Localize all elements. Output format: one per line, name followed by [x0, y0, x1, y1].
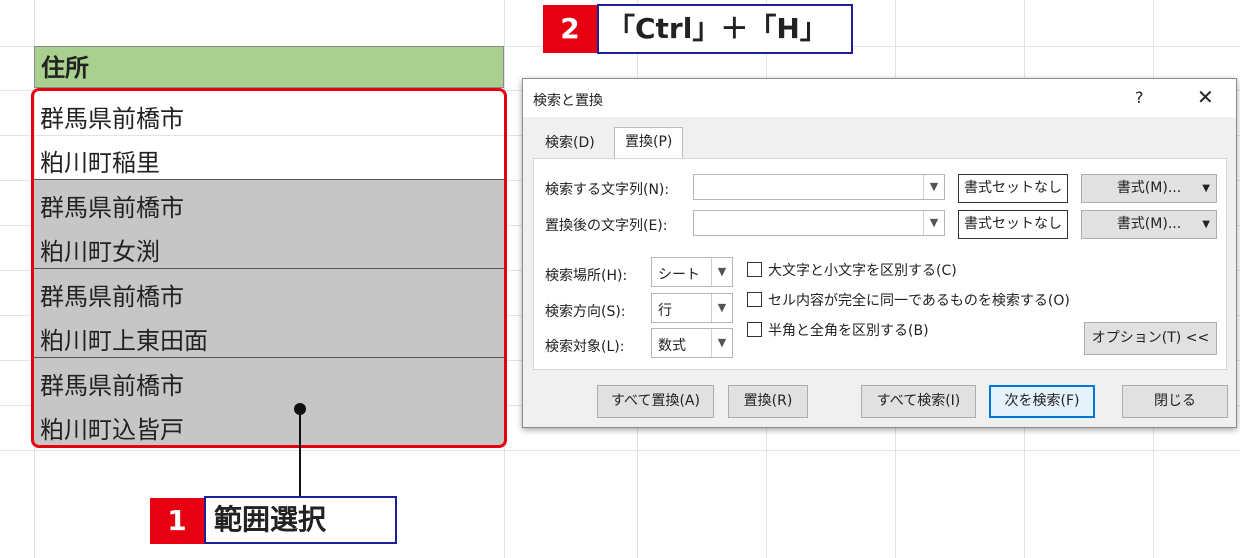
chevron-down-icon[interactable]: ▼ — [923, 211, 944, 235]
dropdown-arrow-icon: ▼ — [1202, 219, 1210, 230]
chevron-down-icon[interactable]: ▼ — [711, 258, 732, 286]
find-format-label: 書式(M)... — [1116, 180, 1182, 196]
checkbox-icon[interactable] — [747, 262, 762, 277]
chevron-down-icon[interactable]: ▼ — [923, 175, 944, 199]
dropdown-arrow-icon: ▼ — [1202, 183, 1210, 194]
replace-format-preview: 書式セットなし — [958, 210, 1068, 239]
pointer-line — [299, 409, 301, 497]
find-label: 検索する文字列(N): — [545, 182, 670, 198]
find-format-preview: 書式セットなし — [958, 174, 1068, 203]
match-case-option[interactable]: 大文字と小文字を区別する(C) — [747, 260, 957, 280]
step-1-label: 範囲選択 — [204, 496, 397, 544]
chevron-down-icon[interactable]: ▼ — [711, 294, 732, 322]
step-1-badge: 1 — [150, 498, 204, 544]
close-button[interactable]: 閉じる — [1122, 385, 1228, 418]
find-next-button[interactable]: 次を検索(F) — [989, 385, 1095, 418]
chevron-down-icon[interactable]: ▼ — [711, 329, 732, 357]
replace-input[interactable]: ▼ — [693, 210, 945, 236]
match-entire-label: セル内容が完全に同一であるものを検索する(O) — [768, 293, 1070, 309]
tab-search[interactable]: 検索(D) — [535, 129, 605, 157]
replace-panel: 検索する文字列(N): ▼ 書式セットなし 書式(M)... ▼ 置換後の文字列… — [533, 158, 1227, 370]
lookin-label: 検索対象(L): — [545, 339, 625, 355]
within-select[interactable]: シート ▼ — [651, 257, 733, 287]
replace-all-button[interactable]: すべて置換(A) — [597, 385, 714, 418]
replace-format-label: 書式(M)... — [1116, 216, 1182, 232]
options-button[interactable]: オプション(T) << — [1084, 322, 1217, 355]
dialog-title: 検索と置換 — [533, 93, 603, 109]
find-all-button[interactable]: すべて検索(I) — [861, 385, 976, 418]
find-replace-dialog: 検索と置換 ? ✕ 検索(D) 置換(P) 検索する文字列(N): ▼ 書式セッ… — [522, 78, 1237, 428]
match-case-label: 大文字と小文字を区別する(C) — [768, 263, 957, 279]
replace-button[interactable]: 置換(R) — [728, 385, 808, 418]
tab-replace[interactable]: 置換(P) — [614, 127, 684, 159]
replace-label: 置換後の文字列(E): — [545, 218, 668, 234]
match-width-label: 半角と全角を区別する(B) — [768, 323, 929, 339]
checkbox-icon[interactable] — [747, 292, 762, 307]
grid-line — [0, 450, 1240, 451]
direction-value: 行 — [658, 303, 672, 319]
step-2-badge: 2 — [543, 5, 597, 53]
close-icon[interactable]: ✕ — [1197, 85, 1214, 109]
lookin-value: 数式 — [658, 338, 686, 354]
dialog-title-bar[interactable]: 検索と置換 ? ✕ — [523, 79, 1236, 117]
column-header-address[interactable]: 住所 — [34, 46, 504, 88]
replace-format-button[interactable]: 書式(M)... ▼ — [1081, 210, 1217, 239]
find-input[interactable]: ▼ — [693, 174, 945, 200]
match-width-option[interactable]: 半角と全角を区別する(B) — [747, 320, 929, 340]
within-value: シート — [658, 267, 700, 283]
match-entire-option[interactable]: セル内容が完全に同一であるものを検索する(O) — [747, 290, 1070, 310]
step-2-label: 「Ctrl」＋「H」 — [597, 4, 853, 54]
help-button[interactable]: ? — [1135, 88, 1144, 107]
within-label: 検索場所(H): — [545, 268, 628, 284]
lookin-select[interactable]: 数式 ▼ — [651, 328, 733, 358]
find-format-button[interactable]: 書式(M)... ▼ — [1081, 174, 1217, 203]
direction-select[interactable]: 行 ▼ — [651, 293, 733, 323]
direction-label: 検索方向(S): — [545, 304, 626, 320]
selection-highlight — [31, 88, 507, 448]
checkbox-icon[interactable] — [747, 322, 762, 337]
